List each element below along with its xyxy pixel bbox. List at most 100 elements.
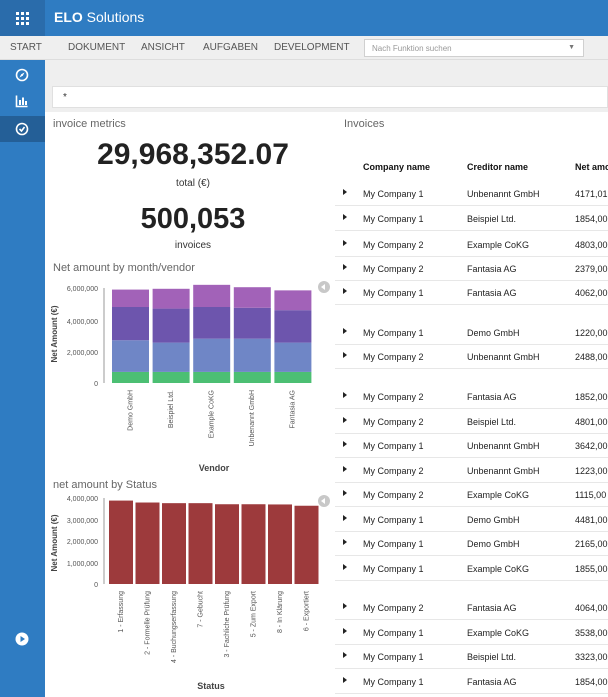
expand-row-icon[interactable]: [343, 677, 347, 683]
table-row[interactable]: My Company 2 Fantasia AG 2379,00: [335, 257, 608, 281]
vendor-bar-example-cokg-segment-4[interactable]: [193, 284, 231, 307]
table-row[interactable]: My Company 1 Unbenannt GmbH 4171,01: [335, 182, 608, 206]
compass-icon[interactable]: [0, 62, 45, 88]
expand-row-icon[interactable]: [343, 603, 347, 609]
vendor-bar-fantasia-ag-segment-2[interactable]: [274, 342, 312, 372]
vendor-bar-example-cokg-segment-1[interactable]: [193, 371, 231, 383]
table-row[interactable]: My Company 1 Fantasia AG 4062,00: [335, 281, 608, 305]
status-bar-5-zum-export[interactable]: [241, 504, 266, 584]
menu-start[interactable]: START: [10, 42, 42, 53]
table-row[interactable]: My Company 1 Beispiel Ltd. 1854,00: [335, 207, 608, 231]
vendor-bar-fantasia-ag-segment-1[interactable]: [274, 371, 312, 383]
net-amount-cell: 2379,00: [575, 264, 608, 274]
column-net-amount[interactable]: Net amo: [575, 162, 608, 172]
status-bar-7-gebucht[interactable]: [188, 503, 213, 584]
vendor-bar-unbenannt-gmbh-segment-3[interactable]: [233, 307, 271, 339]
status-bar-2-formelle-pr-fung[interactable]: [135, 502, 160, 584]
table-row[interactable]: My Company 1 Example CoKG 1855,00: [335, 557, 608, 581]
dashboard-icon[interactable]: [0, 116, 45, 142]
expand-row-icon[interactable]: [343, 264, 347, 270]
status-x-label-1-erfassung: 1 - Erfassung: [118, 591, 125, 633]
table-row[interactable]: My Company 2 Example CoKG 4803,00: [335, 233, 608, 257]
column-company-name[interactable]: Company name: [363, 162, 430, 172]
company-name-cell: My Company 1: [363, 441, 424, 451]
bar-chart-icon[interactable]: [0, 88, 45, 114]
expand-row-icon[interactable]: [343, 352, 347, 358]
chevron-down-icon[interactable]: ▼: [568, 44, 575, 51]
apps-button[interactable]: [0, 0, 45, 36]
table-row[interactable]: My Company 2 Beispiel Ltd. 4801,00: [335, 410, 608, 434]
vendor-bar-demo-gmbh-segment-1[interactable]: [112, 371, 149, 383]
table-row[interactable]: My Company 1 Example CoKG 3538,00: [335, 621, 608, 645]
status-bar-3-fachliche-pr-fung[interactable]: [215, 504, 239, 584]
vendor-bar-unbenannt-gmbh-segment-1[interactable]: [233, 371, 271, 383]
menu-aufgaben[interactable]: AUFGABEN: [203, 42, 258, 53]
table-row[interactable]: My Company 1 Demo GmbH 4481,00: [335, 508, 608, 532]
status-bar-1-erfassung[interactable]: [109, 500, 133, 584]
expand-row-icon[interactable]: [343, 328, 347, 334]
collapse-vendor-chart-icon[interactable]: [318, 281, 330, 293]
status-tick-2m: 2,000,000: [67, 539, 98, 546]
menu-development[interactable]: DEVELOPMENT: [274, 42, 350, 53]
table-row[interactable]: My Company 1 Demo GmbH 1220,00: [335, 321, 608, 345]
expand-row-icon[interactable]: [343, 441, 347, 447]
expand-row-icon[interactable]: [343, 490, 347, 496]
net-amount-cell: 1220,00: [575, 328, 608, 338]
vendor-bar-demo-gmbh-segment-4[interactable]: [112, 289, 149, 307]
vendor-bar-demo-gmbh-segment-3[interactable]: [112, 307, 149, 341]
expand-row-icon[interactable]: [343, 515, 347, 521]
column-creditor-name[interactable]: Creditor name: [467, 162, 528, 172]
search-input[interactable]: *: [52, 86, 608, 108]
status-bar-4-buchungserfassung[interactable]: [162, 503, 186, 584]
vendor-bar-demo-gmbh-segment-2[interactable]: [112, 340, 149, 372]
expand-row-icon[interactable]: [343, 189, 347, 195]
vendor-bar-beispiel-ltd-segment-1[interactable]: [152, 371, 190, 383]
vendor-ylabel: Net Amount (€): [50, 305, 59, 362]
vendor-x-label-beispiel-ltd: Beispiel Ltd.: [168, 390, 175, 428]
metrics-title: invoice metrics: [53, 118, 126, 130]
expand-row-icon[interactable]: [343, 652, 347, 658]
status-tick-1m: 1,000,000: [67, 561, 98, 568]
vendor-bar-beispiel-ltd-segment-3[interactable]: [152, 308, 190, 343]
table-row[interactable]: My Company 2 Unbenannt GmbH 1223,00: [335, 459, 608, 483]
table-row[interactable]: My Company 1 Beispiel Ltd. 3323,00: [335, 645, 608, 669]
table-row[interactable]: My Company 2 Fantasia AG 1852,00: [335, 385, 608, 409]
company-name-cell: My Company 2: [363, 352, 424, 362]
function-search-input[interactable]: Nach Funktion suchen ▼: [364, 39, 584, 57]
expand-row-icon[interactable]: [343, 564, 347, 570]
expand-row-icon[interactable]: [343, 392, 347, 398]
total-label: total (€): [176, 178, 210, 189]
expand-row-icon[interactable]: [343, 417, 347, 423]
menu-dokument[interactable]: DOKUMENT: [68, 42, 125, 53]
vendor-bar-example-cokg-segment-3[interactable]: [193, 307, 231, 339]
status-bar-8-in-kl-rung[interactable]: [268, 504, 292, 584]
vendor-bar-fantasia-ag-segment-4[interactable]: [274, 290, 312, 311]
table-row[interactable]: My Company 1 Demo GmbH 2165,00: [335, 532, 608, 556]
creditor-name-cell: Beispiel Ltd.: [467, 652, 517, 662]
table-row[interactable]: My Company 2 Unbenannt GmbH 2488,00: [335, 345, 608, 369]
expand-row-icon[interactable]: [343, 539, 347, 545]
status-bar-6-exportiert[interactable]: [294, 505, 319, 584]
expand-row-icon[interactable]: [343, 288, 347, 294]
expand-row-icon[interactable]: [343, 466, 347, 472]
menu-ansicht[interactable]: ANSICHT: [141, 42, 185, 53]
creditor-name-cell: Fantasia AG: [467, 603, 517, 613]
creditor-name-cell: Example CoKG: [467, 490, 530, 500]
table-row[interactable]: My Company 2 Fantasia AG 4064,00: [335, 596, 608, 620]
expand-row-icon[interactable]: [343, 214, 347, 220]
vendor-bar-unbenannt-gmbh-segment-4[interactable]: [233, 287, 271, 308]
vendor-bar-beispiel-ltd-segment-2[interactable]: [152, 342, 190, 372]
collapse-status-chart-icon[interactable]: [318, 495, 330, 507]
app-title: ELO Solutions: [54, 9, 144, 25]
expand-row-icon[interactable]: [343, 628, 347, 634]
company-name-cell: My Company 2: [363, 392, 424, 402]
vendor-bar-example-cokg-segment-2[interactable]: [193, 338, 231, 372]
play-circle-icon[interactable]: [0, 626, 45, 652]
table-row[interactable]: My Company 1 Fantasia AG 1854,00: [335, 670, 608, 694]
expand-row-icon[interactable]: [343, 240, 347, 246]
table-row[interactable]: My Company 1 Unbenannt GmbH 3642,00: [335, 434, 608, 458]
vendor-bar-beispiel-ltd-segment-4[interactable]: [152, 288, 190, 309]
table-row[interactable]: My Company 2 Example CoKG 1115,00: [335, 483, 608, 507]
vendor-bar-fantasia-ag-segment-3[interactable]: [274, 310, 312, 343]
vendor-bar-unbenannt-gmbh-segment-2[interactable]: [233, 338, 271, 372]
